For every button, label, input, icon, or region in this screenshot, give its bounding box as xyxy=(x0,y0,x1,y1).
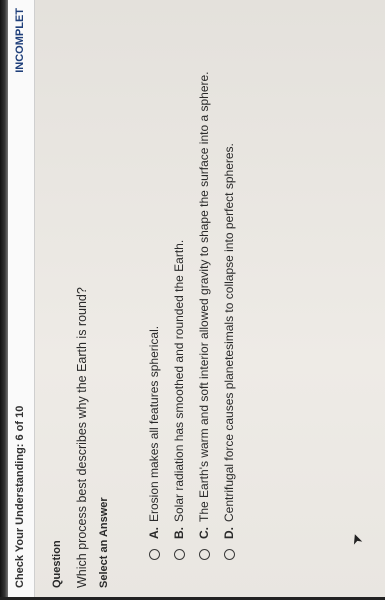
radio-button-icon[interactable] xyxy=(198,549,210,560)
option-text: Solar radiation has smoothed and rounded… xyxy=(172,239,186,522)
option-letter: A. xyxy=(147,527,161,539)
answer-options: A. Erosion makes all features spherical.… xyxy=(143,71,243,560)
answer-option-c[interactable]: C. The Earth's warm and soft interior al… xyxy=(193,71,215,560)
radio-button-icon[interactable] xyxy=(173,549,185,560)
option-text: Centrifugal force causes planetesimals t… xyxy=(222,143,236,522)
option-letter: C. xyxy=(197,527,211,539)
option-text: Erosion makes all features spherical. xyxy=(147,325,161,522)
status-badge: INCOMPLET xyxy=(14,8,26,73)
option-letter: B. xyxy=(172,527,186,539)
radio-button-icon[interactable] xyxy=(223,549,235,560)
progress-title: Check Your Understanding: 6 of 10 xyxy=(14,405,26,588)
answer-option-d[interactable]: D. Centrifugal force causes planetesimal… xyxy=(218,71,240,560)
answer-option-a[interactable]: A. Erosion makes all features spherical. xyxy=(143,71,165,560)
screen-bezel xyxy=(0,0,8,600)
mouse-cursor-icon: ➤ xyxy=(346,531,366,548)
question-label: Question xyxy=(51,540,63,588)
option-text: The Earth's warm and soft interior allow… xyxy=(197,71,211,522)
quiz-header: Check Your Understanding: 6 of 10 INCOMP… xyxy=(8,0,35,600)
radio-button-icon[interactable] xyxy=(148,549,160,560)
question-text: Which process best describes why the Ear… xyxy=(75,287,89,588)
answer-option-b[interactable]: B. Solar radiation has smoothed and roun… xyxy=(168,71,190,560)
quiz-screen: Check Your Understanding: 6 of 10 INCOMP… xyxy=(8,0,385,600)
option-letter: D. xyxy=(222,527,236,539)
select-answer-label: Select an Answer xyxy=(98,497,110,588)
